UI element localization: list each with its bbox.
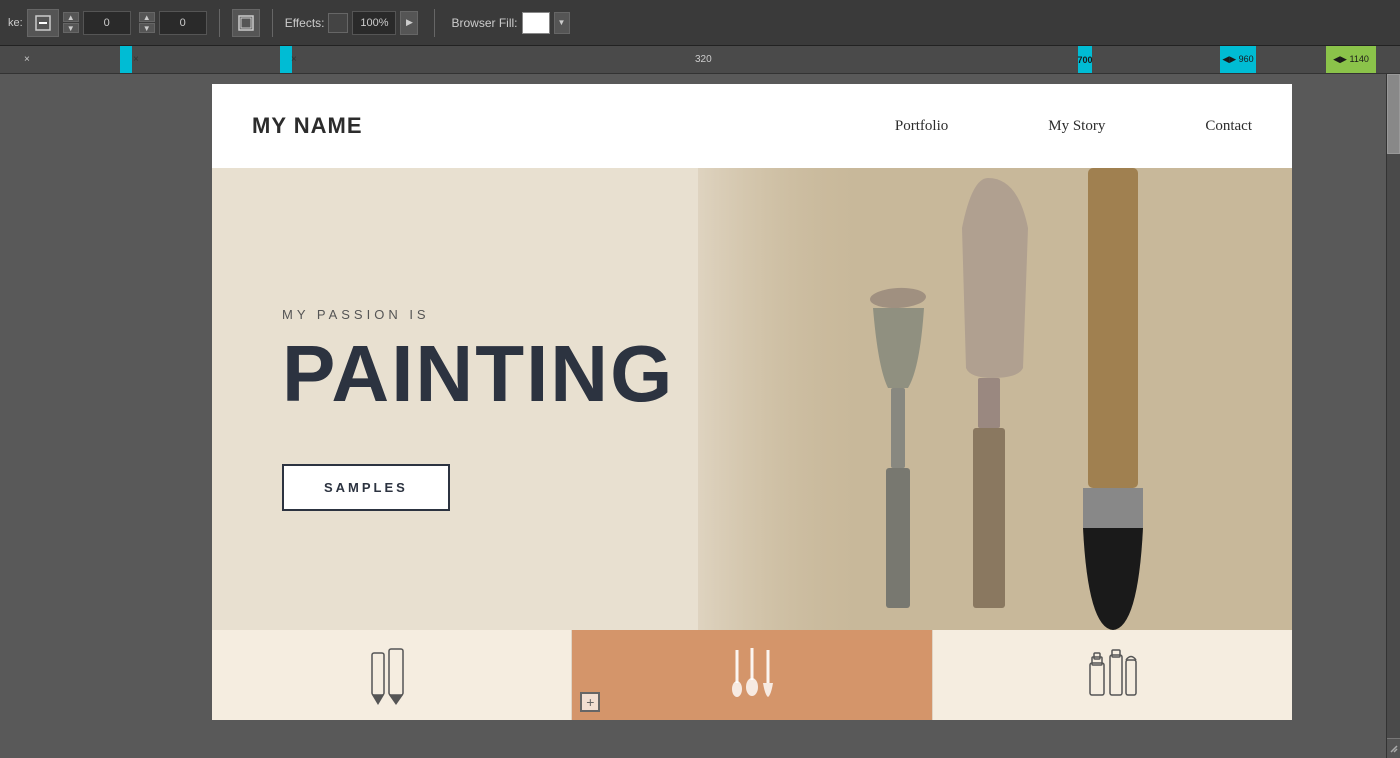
nav-item-my-story[interactable]: My Story — [1048, 118, 1105, 135]
hero-button[interactable]: SAMPLES — [282, 464, 450, 511]
browser-fill-label: Browser Fill: — [451, 16, 517, 30]
hero-section: MY PASSION IS PAINTING SAMPLES — [212, 168, 1292, 630]
ruler-close-2[interactable]: × — [133, 54, 139, 65]
hero-subtitle: MY PASSION IS — [282, 307, 674, 322]
x-down-btn[interactable]: ▼ — [63, 23, 79, 33]
bottles-icon — [1082, 645, 1142, 705]
ruler-label-320: 320 — [695, 54, 712, 65]
resize-icon — [1389, 744, 1399, 754]
divider-1 — [219, 9, 220, 37]
nav-item-portfolio[interactable]: Portfolio — [895, 118, 948, 135]
stroke-tool-group: ke: ▲ ▼ 0 — [8, 9, 131, 37]
canvas-wrapper: MY NAME Portfolio My Story Contact MY PA… — [0, 74, 1386, 758]
hero-title: PAINTING — [282, 334, 674, 414]
ruler-bar: × × × 320 700 ◀▶ 960 ◀▶ 1140 — [0, 46, 1400, 74]
ruler-marker-cyan-4: ◀▶ 960 — [1220, 46, 1256, 73]
painting-tools — [698, 168, 1292, 630]
bottom-section-2[interactable]: + — [572, 630, 932, 720]
zoom-arrow[interactable]: ▶ — [400, 11, 418, 35]
toolbar: ke: ▲ ▼ 0 ▲ ▼ 0 Effects: 100% ▶ — [0, 0, 1400, 46]
bottles-svg — [1082, 645, 1142, 705]
ruler-label-700: 700 — [1077, 55, 1092, 65]
ruler-close-3[interactable]: × — [291, 54, 297, 65]
divider-3 — [434, 9, 435, 37]
browser-fill-dropdown[interactable]: ▼ — [554, 12, 570, 34]
ruler-label-1140: ◀▶ 1140 — [1333, 54, 1369, 65]
x-up-btn[interactable]: ▲ — [63, 12, 79, 22]
nav-item-contact[interactable]: Contact — [1205, 118, 1252, 135]
x-input[interactable]: 0 — [83, 11, 131, 35]
browser-fill-color[interactable] — [522, 12, 550, 34]
site-bottom: + — [212, 630, 1292, 720]
scrollbar-thumb[interactable] — [1387, 74, 1400, 154]
site-logo[interactable]: MY NAME — [252, 113, 363, 139]
site-header: MY NAME Portfolio My Story Contact — [212, 84, 1292, 168]
ruler-marker-green: ◀▶ 1140 — [1326, 46, 1376, 73]
effects-label: Effects: — [285, 16, 325, 30]
scrollbar-track — [1386, 74, 1400, 758]
stroke-icon — [34, 14, 52, 32]
zoom-input[interactable]: 100% — [352, 11, 396, 35]
effects-group: Effects: 100% ▶ — [285, 11, 419, 35]
pencil-icon — [367, 645, 417, 705]
browser-fill-group: Browser Fill: ▼ — [451, 12, 569, 34]
ruler-label-960: ◀▶ 960 — [1222, 54, 1253, 65]
tools-svg — [698, 168, 1292, 630]
ruler-close-1[interactable]: × — [24, 54, 30, 65]
pencil-svg — [367, 645, 417, 705]
brush-svg — [722, 645, 782, 705]
x-spinners: ▲ ▼ — [63, 12, 79, 33]
y-tool-group: ▲ ▼ 0 — [139, 11, 207, 35]
main-area: MY NAME Portfolio My Story Contact MY PA… — [0, 74, 1400, 758]
site-nav: Portfolio My Story Contact — [895, 118, 1252, 135]
bottom-section-3[interactable] — [933, 630, 1292, 720]
scrollbar-resize[interactable] — [1387, 738, 1400, 758]
site-canvas: MY NAME Portfolio My Story Contact MY PA… — [212, 84, 1292, 720]
hero-image — [698, 168, 1292, 630]
add-icon[interactable]: + — [580, 692, 600, 712]
stroke-label: ke: — [8, 17, 23, 29]
effects-icon[interactable] — [328, 13, 348, 33]
fullscreen-icon-box[interactable] — [232, 9, 260, 37]
brush-icon — [722, 645, 782, 705]
fullscreen-icon — [238, 15, 254, 31]
ruler-marker-cyan-3: 700 — [1078, 46, 1092, 73]
bottom-section-1[interactable] — [212, 630, 572, 720]
hero-text: MY PASSION IS PAINTING SAMPLES — [212, 287, 674, 511]
y-input[interactable]: 0 — [159, 11, 207, 35]
ruler-marker-cyan-1 — [120, 46, 132, 73]
stroke-icon-box[interactable] — [27, 9, 59, 37]
y-spinners: ▲ ▼ — [139, 12, 155, 33]
divider-2 — [272, 9, 273, 37]
y-up-btn[interactable]: ▲ — [139, 12, 155, 22]
y-down-btn[interactable]: ▼ — [139, 23, 155, 33]
